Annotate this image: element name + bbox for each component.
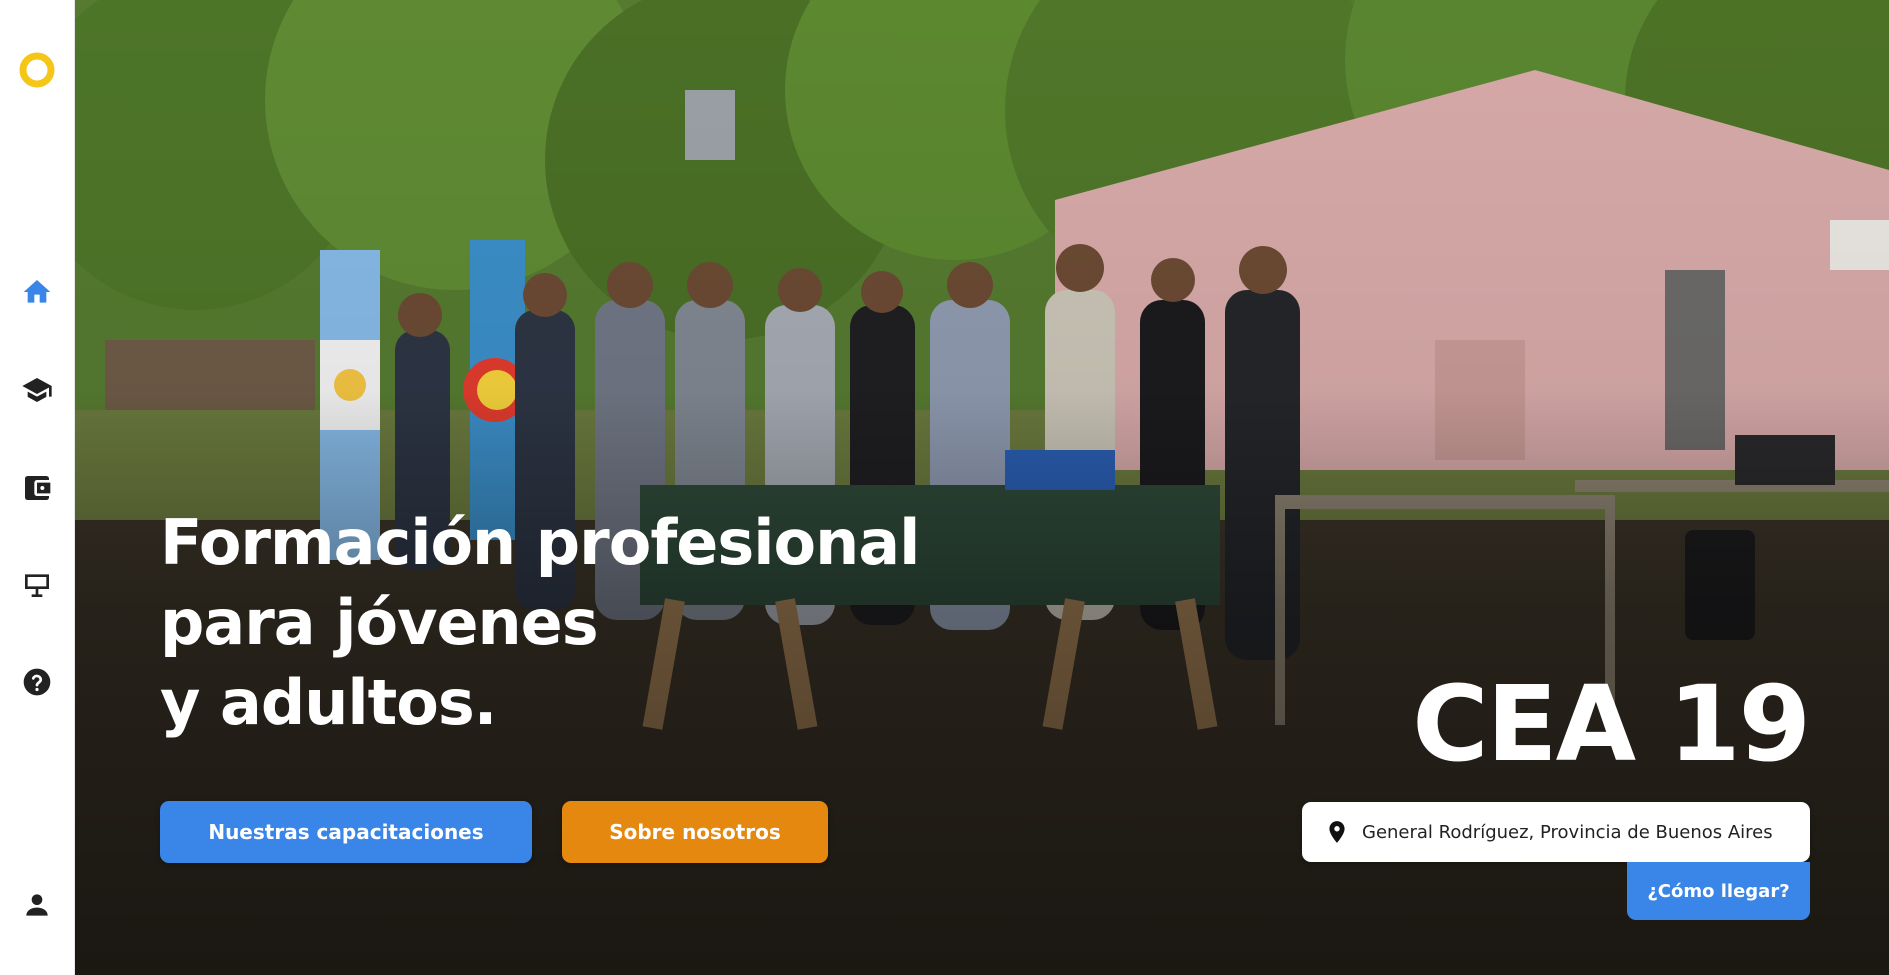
hero-headline: Formación profesional para jóvenes y adu… — [160, 503, 980, 743]
sidebar-item-help[interactable] — [17, 662, 57, 702]
sidebar-item-courses[interactable] — [17, 370, 57, 410]
courses-button[interactable]: Nuestras capacitaciones — [160, 801, 532, 863]
headline-line: y adultos. — [160, 666, 497, 739]
help-circle-icon — [23, 668, 51, 696]
location-card: General Rodríguez, Provincia de Buenos A… — [1302, 802, 1810, 862]
wallet-icon — [25, 476, 51, 500]
display-board-icon — [25, 574, 49, 597]
sidebar-item-profile[interactable] — [17, 885, 57, 925]
ring-logo-icon[interactable] — [17, 50, 57, 90]
home-icon — [23, 280, 51, 303]
sidebar-item-home[interactable] — [17, 272, 57, 312]
user-icon — [26, 894, 48, 916]
sidebar-item-wallet[interactable] — [17, 468, 57, 508]
sidebar — [0, 0, 75, 975]
hero-section: Formación profesional para jóvenes y adu… — [75, 0, 1889, 975]
directions-button[interactable]: ¿Cómo llegar? — [1627, 862, 1810, 920]
location-text: General Rodríguez, Provincia de Buenos A… — [1362, 821, 1773, 843]
sidebar-item-board[interactable] — [17, 565, 57, 605]
graduation-cap-icon — [22, 378, 52, 402]
map-pin-icon — [1329, 821, 1345, 843]
headline-line: Formación profesional — [160, 506, 920, 579]
school-name: CEA 19 — [1412, 663, 1811, 785]
headline-line: para jóvenes — [160, 586, 599, 659]
about-us-button[interactable]: Sobre nosotros — [562, 801, 828, 863]
